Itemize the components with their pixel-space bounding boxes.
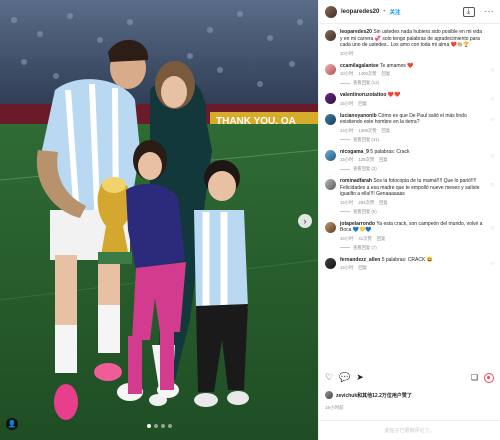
comment-input: 此帖子已限制评论了。 [319, 420, 500, 434]
view-replies-button[interactable]: 查看回复 (12) [353, 80, 379, 86]
view-replies-button[interactable]: 查看回复 (5) [353, 209, 377, 215]
comment-time: 10小时 [340, 71, 354, 76]
avatar [325, 391, 333, 399]
save-icon[interactable]: ❏ [471, 373, 478, 382]
stadium-family-illustration: THANK YOU, QA [0, 0, 318, 440]
comment-username[interactable]: ccamilagalantee [340, 63, 379, 69]
comment-time: 15小时 [340, 199, 354, 205]
like-comment-icon[interactable]: ♡ [491, 262, 495, 268]
view-replies-button[interactable]: 查看回复 (41) [353, 137, 379, 143]
comment-item: fernandezz_allen 5 palabras: CRACK 😆 15小… [319, 254, 500, 275]
reply-button[interactable]: 回复 [382, 71, 391, 77]
likes-summary[interactable]: zevichuk和其他12.2万位用户赞了 [325, 391, 494, 399]
reply-button[interactable]: 回复 [379, 157, 388, 163]
more-options-icon[interactable]: ··· [485, 7, 495, 16]
carousel-dot [153, 424, 158, 428]
carousel-dot [160, 424, 165, 428]
comment-text: Te amamos ❤️ [379, 62, 414, 69]
avatar[interactable] [325, 257, 336, 269]
comment-likes[interactable]: 128次赞 [358, 157, 374, 163]
carousel-dot [146, 424, 151, 428]
comment-username[interactable]: valentinoruzotattoo [340, 92, 386, 98]
share-icon[interactable]: ➤ [356, 372, 364, 383]
comment-time: 15小时 [340, 100, 354, 106]
replies-line [340, 82, 350, 84]
post-actions: ♡ 💬 ➤ ❏ [325, 372, 494, 383]
replies-line [340, 211, 350, 212]
like-comment-icon[interactable]: ♡ [491, 68, 495, 74]
comment-item: nicogama_9 5 palabras: Crack 15小时 128次赞 回复… [319, 146, 500, 176]
carousel-dot [167, 424, 172, 428]
like-comment-icon[interactable]: ♡ [491, 226, 495, 232]
comment-item: jotapelarrondo Ya esta crack, son campeó… [319, 218, 500, 254]
replies-line [340, 168, 350, 170]
comment-time: 15小时 [340, 235, 354, 241]
comment-time: 15小时 [340, 157, 354, 162]
comment-input-placeholder: 此帖子已限制评论了。 [384, 428, 435, 434]
comment-text: ❤️❤️ [387, 92, 401, 98]
avatar[interactable] [325, 149, 336, 161]
comment-icon[interactable]: 💬 [339, 372, 350, 383]
chevron-right-icon: › [303, 216, 307, 226]
likes-text: zevichuk和其他12.2万位用户赞了 [336, 392, 412, 399]
post-date: 16小时前 [325, 405, 344, 410]
comment-username[interactable]: rominadfarah [340, 178, 372, 184]
comment-username[interactable]: lucianoyanonib [340, 113, 377, 119]
replies-line [340, 139, 350, 140]
comment-likes[interactable]: 41次赞 [358, 236, 371, 242]
reply-button[interactable]: 回复 [358, 101, 367, 107]
comment-likes[interactable]: 283次赞 [358, 200, 374, 206]
avatar[interactable] [325, 179, 336, 190]
post-header: leoparedes20 • 关注 ⤓ ··· [319, 0, 500, 24]
comments-list[interactable]: leoparedes20 Sin ustedes nada hubiera si… [319, 26, 500, 368]
header-username[interactable]: leoparedes20 [341, 9, 379, 15]
view-replies-button[interactable]: 查看回复 (3) [353, 166, 377, 172]
comment-time: 15小时 [340, 265, 354, 270]
comment-text: 5 palabras: CRACK 😆 [381, 256, 433, 263]
like-comment-icon[interactable]: ♡ [491, 183, 495, 189]
comment-time: 14小时 [340, 127, 354, 133]
view-replies-button[interactable]: 查看回复 (7) [353, 245, 377, 251]
carousel-dots [0, 424, 318, 428]
comment-item: lucianoyanonib Cómo es que De Paul salió… [319, 110, 500, 146]
avatar[interactable] [325, 221, 336, 233]
caption-time: 10小时 [340, 50, 354, 56]
avatar[interactable] [325, 5, 337, 18]
comment-likes[interactable]: 1308次赞 [358, 128, 376, 134]
caption: leoparedes20 Sin ustedes nada hubiera si… [319, 26, 500, 60]
save-post-icon[interactable]: ⤓ [462, 6, 475, 17]
comment-item: ccamilagalantee Te amamos ❤️ 10小时 1400次赞回… [319, 60, 500, 90]
next-photo-button[interactable]: › [298, 214, 312, 228]
comment-item: rominadfarah Sos la fotocopia de tu mamá… [319, 175, 500, 218]
like-comment-icon[interactable]: ♡ [491, 97, 495, 103]
avatar[interactable] [325, 93, 336, 104]
separator-dot: • [383, 8, 386, 15]
post-photo[interactable]: THANK YOU, QA › 👤 [0, 0, 318, 440]
live-ring-icon[interactable] [484, 372, 494, 383]
reply-button[interactable]: 回复 [382, 128, 391, 134]
follow-button[interactable]: 关注 [389, 8, 400, 16]
like-comment-icon[interactable]: ♡ [491, 154, 495, 160]
avatar[interactable] [325, 63, 336, 75]
comment-username[interactable]: jotapelarrondo [340, 221, 375, 227]
reply-button[interactable]: 回复 [358, 265, 367, 271]
reply-button[interactable]: 回复 [377, 236, 386, 242]
avatar[interactable] [325, 113, 336, 125]
comment-text: 5 palabras: Crack [370, 148, 410, 155]
replies-line [340, 247, 350, 248]
comment-item: valentinoruzotattoo ❤️❤️ 15小时 回复 ♡ [319, 89, 500, 110]
avatar[interactable] [325, 30, 336, 41]
post-side-panel: leoparedes20 • 关注 ⤓ ··· leoparedes20 Sin… [318, 0, 500, 440]
caption-username[interactable]: leoparedes20 [340, 29, 372, 35]
like-comment-icon[interactable]: ♡ [491, 118, 495, 124]
comment-username[interactable]: nicogama_9 [340, 149, 369, 155]
reply-button[interactable]: 回复 [379, 200, 388, 206]
comment-likes[interactable]: 1400次赞 [358, 71, 376, 77]
like-icon[interactable]: ♡ [325, 372, 333, 383]
comment-username[interactable]: fernandezz_allen [340, 257, 380, 263]
